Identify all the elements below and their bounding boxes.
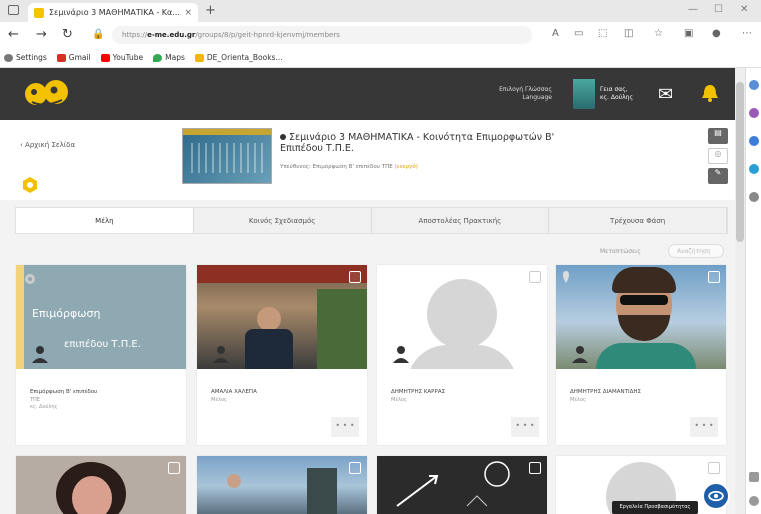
page-content: Επιλογή Γλώσσας Language Γεια σας, κς. Δ…: [0, 68, 735, 514]
split-icon[interactable]: ◫: [624, 28, 633, 39]
accessibility-tooltip: Εργαλεία Προσβασιμότητας: [612, 501, 698, 514]
shopping-icon[interactable]: [749, 108, 759, 118]
browser-tab-bar: Σεμινάριο 3 ΜΑΘΗΜΑΤΙΚΑ - Κα... × + — ☐ ✕: [0, 0, 761, 22]
header-menu-button[interactable]: ▤: [708, 128, 728, 144]
language-selector[interactable]: Επιλογή Γλώσσας Language: [492, 86, 552, 102]
sidebar-settings-icon[interactable]: [749, 496, 759, 506]
bookmark-maps[interactable]: Maps: [153, 53, 185, 62]
site-favicon-icon: [34, 7, 44, 18]
maximize-icon[interactable]: ☐: [714, 4, 723, 15]
course-tabs: Μέλη Κοινός Σχεδιασμός Αποστολέας Πρακτι…: [15, 207, 728, 234]
back-arrow-icon[interactable]: ←: [8, 27, 19, 42]
bookmarks-bar: Settings Gmail YouTube Maps DE_Orienta_B…: [0, 48, 761, 68]
minimize-icon[interactable]: —: [688, 4, 698, 15]
select-checkbox[interactable]: [708, 462, 720, 474]
tools-icon[interactable]: [749, 136, 759, 146]
edit-pencil-icon[interactable]: ✎: [708, 168, 728, 184]
bookmark-gmail[interactable]: Gmail: [56, 53, 91, 62]
e-me-logo-icon[interactable]: [22, 78, 74, 108]
lock-icon: 🔒: [92, 29, 105, 40]
profile-icon[interactable]: ●: [712, 28, 721, 39]
close-window-icon[interactable]: ✕: [740, 4, 748, 15]
member-card[interactable]: [377, 456, 547, 514]
reader-icon[interactable]: ▭: [574, 28, 583, 39]
select-checkbox[interactable]: [529, 462, 541, 474]
tab-actions-icon[interactable]: [8, 5, 19, 15]
folder-icon: [194, 53, 204, 62]
home-link[interactable]: ‹ Αρχική Σελίδα: [20, 141, 75, 149]
extensions-icon[interactable]: ⬚: [598, 28, 607, 39]
read-aloud-icon[interactable]: A: [552, 28, 559, 39]
tab-members[interactable]: Μέλη: [16, 208, 194, 233]
gear-icon: [4, 53, 13, 62]
edge-sidebar: [745, 68, 761, 514]
bookmark-folder[interactable]: DE_Orienta_Books...: [194, 53, 283, 62]
filter-label: Μεταπτώσεις: [600, 248, 641, 255]
user-avatar: [573, 79, 595, 109]
member-card[interactable]: [197, 456, 367, 514]
refresh-icon[interactable]: ↻: [62, 27, 73, 42]
select-checkbox[interactable]: [168, 462, 180, 474]
member-card[interactable]: Επιμόρφωση επιπέδου Τ.Π.Ε. Επιμόρφωση Β'…: [16, 265, 186, 445]
select-checkbox[interactable]: [529, 271, 541, 283]
pin-icon: [563, 271, 569, 283]
bookmark-youtube[interactable]: YouTube: [100, 53, 143, 62]
site-topbar: Επιλογή Γλώσσας Language Γεια σας, κς. Δ…: [0, 68, 735, 120]
tab-common-design[interactable]: Κοινός Σχεδιασμός: [194, 208, 372, 233]
member-card[interactable]: ΔΗΜΗΤΡΗΣ ΚΑΡΡΑΣ Μέλος • • •: [377, 265, 547, 445]
search-icon[interactable]: [749, 80, 759, 90]
settings-button[interactable]: ◎: [708, 148, 728, 164]
status-dot-icon: [280, 134, 286, 140]
page-scrollbar[interactable]: [735, 68, 745, 514]
user-silhouette-icon: [213, 346, 229, 363]
youtube-icon: [100, 53, 110, 62]
select-checkbox[interactable]: [349, 271, 361, 283]
course-owner: Υπεύθυνος: Επιμόρφωση Β' επιπέδου ΤΠΕ (ε…: [280, 164, 418, 170]
favorite-star-icon[interactable]: ☆: [654, 28, 663, 39]
chalkboard-drawing-icon: [396, 461, 510, 507]
forward-arrow-icon[interactable]: →: [36, 27, 47, 42]
course-cover-image: [182, 128, 272, 184]
user-silhouette-icon: [393, 346, 409, 363]
maps-icon: [153, 53, 163, 62]
member-search-input[interactable]: Αναζήτηση: [668, 244, 724, 258]
badge-hexagon-icon: [23, 177, 37, 193]
close-tab-icon[interactable]: ×: [184, 8, 192, 18]
course-header: ‹ Αρχική Σελίδα Σεμινάριο 3 ΜΑΘΗΜΑΤΙΚΑ -…: [0, 120, 735, 200]
user-silhouette-icon: [572, 346, 588, 363]
user-menu[interactable]: Γεια σας, κς. Δούλης: [573, 76, 643, 112]
select-checkbox[interactable]: [708, 271, 720, 283]
member-card[interactable]: ΔΗΜΗΤΡΗΣ ΔΙΑΜΑΝΤΙΔΗΣ Μέλος • • •: [556, 265, 726, 445]
user-silhouette-icon: [32, 346, 48, 363]
gear-icon: [25, 274, 35, 284]
new-tab-button[interactable]: +: [205, 3, 216, 18]
select-checkbox[interactable]: [349, 462, 361, 474]
collections-icon[interactable]: ▣: [684, 28, 693, 39]
notification-bell-icon[interactable]: [699, 82, 721, 104]
scrollbar-thumb[interactable]: [736, 82, 744, 242]
office-icon[interactable]: [749, 164, 759, 174]
more-options-button[interactable]: • • •: [511, 417, 539, 437]
sidebar-layout-icon[interactable]: [749, 472, 759, 482]
more-options-button[interactable]: • • •: [690, 417, 718, 437]
member-card[interactable]: ΑΜΑΛΙΑ ΧΑΛΕΠΑ Μέλος • • •: [197, 265, 367, 445]
course-title: Σεμινάριο 3 ΜΑΘΗΜΑΤΙΚΑ - Κοινότητα Επιμο…: [280, 132, 555, 154]
add-icon[interactable]: [749, 192, 759, 202]
tab-title: Σεμινάριο 3 ΜΑΘΗΜΑΤΙΚΑ - Κα...: [49, 8, 180, 17]
tab-current-phase[interactable]: Τρέχουσα Φάση: [549, 208, 727, 233]
browser-tab[interactable]: Σεμινάριο 3 ΜΑΘΗΜΑΤΙΚΑ - Κα... ×: [28, 3, 198, 22]
tab-practice[interactable]: Αποστολέας Πρακτικής: [372, 208, 550, 233]
bookmark-settings[interactable]: Settings: [4, 53, 47, 62]
address-bar: ← → ↻ 🔒 https://e-me.edu.gr/groups/8/p/g…: [0, 22, 761, 48]
more-options-button[interactable]: • • •: [331, 417, 359, 437]
gmail-icon: [56, 53, 66, 62]
url-input[interactable]: https://e-me.edu.gr/groups/8/p/geit-hpnr…: [112, 26, 532, 44]
accessibility-icon[interactable]: [702, 482, 730, 510]
menu-dots-icon[interactable]: ⋯: [742, 28, 752, 39]
member-card[interactable]: [16, 456, 186, 514]
mail-icon[interactable]: ✉: [658, 84, 673, 105]
